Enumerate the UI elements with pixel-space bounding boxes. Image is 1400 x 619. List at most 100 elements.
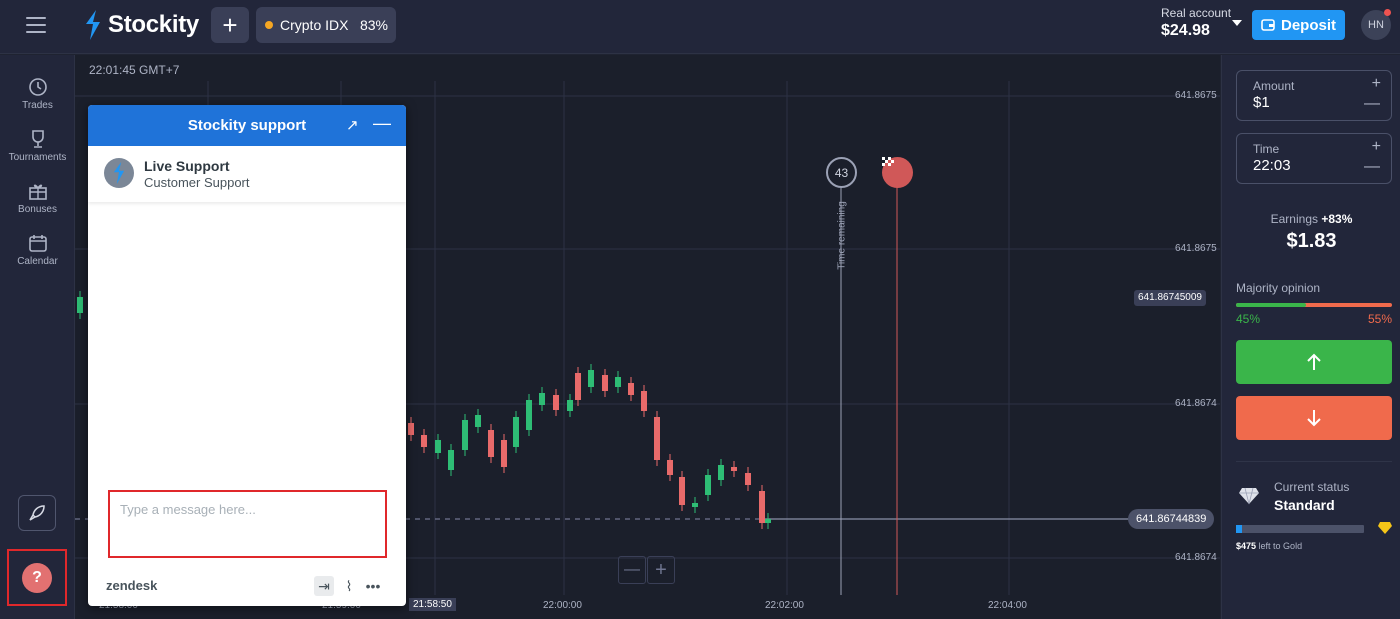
secondary-price-tag: 641.86745009: [1134, 290, 1206, 306]
menu-icon[interactable]: [26, 17, 46, 33]
earnings-label: Earnings: [1270, 212, 1318, 226]
trade-panel: Amount $1 + — Time 22:03 + — Earnings +8…: [1221, 55, 1400, 619]
candle-body: [488, 430, 494, 457]
account-type: Real account: [1161, 6, 1232, 20]
x-tick: 22:00:00: [543, 600, 582, 611]
x-tick: 22:02:00: [765, 600, 804, 611]
minimize-icon[interactable]: —: [373, 113, 391, 134]
candle-body: [462, 420, 468, 450]
y-tick: 641.8675: [1175, 90, 1217, 101]
current-price-tag: 641.86744839: [1128, 509, 1215, 529]
candle-body: [759, 491, 765, 523]
rocket-button[interactable]: [18, 495, 56, 531]
calendar-icon: [28, 235, 47, 252]
minus-icon[interactable]: —: [1364, 95, 1380, 113]
time-value: 22:03: [1253, 157, 1291, 174]
earnings-block: Earnings +83% $1.83: [1222, 212, 1400, 253]
majority-bar: [1236, 303, 1392, 307]
divider: [1236, 461, 1392, 462]
amount-label: Amount: [1253, 79, 1295, 93]
sidebar-item-calendar[interactable]: Calendar: [0, 233, 75, 267]
time-field[interactable]: Time 22:03 + —: [1236, 133, 1392, 184]
candle-body: [615, 377, 621, 387]
rocket-icon: [29, 505, 45, 521]
support-title: Stockity support: [187, 117, 307, 134]
zoom-in-button[interactable]: +: [647, 556, 675, 584]
trade-down-button[interactable]: [1236, 396, 1392, 440]
candle-body: [421, 435, 427, 447]
brand-name: Stockity: [108, 11, 199, 38]
deposit-button[interactable]: Deposit: [1252, 10, 1345, 40]
y-tick: 641.8675: [1175, 243, 1217, 254]
gold-remaining: $475 left to Gold: [1236, 541, 1303, 551]
asset-tab-crypto-idx[interactable]: Crypto IDX 83%: [256, 7, 396, 43]
agent-avatar: [104, 158, 134, 188]
majority-label: Majority opinion: [1236, 281, 1321, 295]
sidebar-item-bonuses[interactable]: Bonuses: [0, 181, 75, 215]
attachment-icon[interactable]: ⌇: [339, 576, 359, 596]
candle-body: [731, 467, 737, 471]
popout-icon[interactable]: ↗: [346, 116, 359, 134]
candle-body: [588, 370, 594, 387]
plus-icon[interactable]: +: [1372, 75, 1381, 93]
support-chat-widget: Stockity support ↗ — Live Support Custom…: [88, 105, 406, 606]
candle-body: [513, 417, 519, 447]
end-chat-icon[interactable]: ⇥: [314, 576, 334, 596]
x-tick-current: 21:58:50: [409, 598, 456, 611]
account-balance: $24.98: [1161, 22, 1210, 39]
candle-body: [679, 477, 685, 505]
trophy-icon: [31, 130, 44, 148]
candle-body: [641, 391, 647, 411]
candle-body: [765, 519, 771, 523]
candle-body: [628, 383, 634, 395]
candle-body: [718, 465, 724, 480]
chevron-down-icon[interactable]: [1232, 20, 1242, 26]
y-tick: 641.8674: [1175, 552, 1217, 563]
arrow-down-icon: [1307, 410, 1321, 427]
more-options-icon[interactable]: •••: [363, 576, 383, 596]
top-bar: Stockity + Crypto IDX 83% Real account $…: [0, 0, 1400, 54]
agent-card: Live Support Customer Support: [88, 146, 406, 202]
zoom-out-button[interactable]: —: [618, 556, 646, 584]
brand-logo[interactable]: Stockity: [84, 10, 199, 40]
plus-icon[interactable]: +: [1372, 138, 1381, 156]
sidebar-item-tournaments[interactable]: Tournaments: [0, 129, 75, 163]
left-sidebar: Trades Tournaments Bonuses Calendar ?: [0, 55, 75, 619]
account-selector[interactable]: Real account $24.98: [1161, 6, 1231, 40]
candle-body: [435, 440, 441, 453]
status-value: Standard: [1274, 497, 1335, 513]
arrow-up-icon: [1307, 353, 1321, 370]
crypto-icon: [265, 21, 273, 29]
add-asset-button[interactable]: +: [211, 7, 249, 43]
timer-circle: 43: [826, 157, 857, 188]
candle-body: [77, 297, 83, 313]
minus-icon[interactable]: —: [1364, 158, 1380, 176]
sidebar-item-label: Trades: [22, 100, 53, 111]
sidebar-item-label: Calendar: [17, 256, 58, 267]
time-remaining-label: Time remaining: [836, 201, 848, 270]
trade-up-button[interactable]: [1236, 340, 1392, 384]
y-tick: 641.8674: [1175, 398, 1217, 409]
message-input[interactable]: Type a message here...: [108, 490, 387, 558]
notification-dot: [1384, 9, 1391, 16]
asset-payout: 83%: [359, 17, 388, 33]
candle-body: [575, 373, 581, 400]
stockity-logo-icon: [86, 10, 100, 40]
candle-body: [567, 400, 573, 411]
candle-body: [692, 503, 698, 507]
majority-down: 55%: [1368, 312, 1393, 326]
earnings-value: $1.83: [1286, 230, 1337, 252]
candle-body: [501, 440, 507, 467]
clock-icon: [28, 78, 47, 96]
status-progress-bar: [1236, 525, 1364, 533]
candle-body: [745, 473, 751, 485]
earnings-percent: +83%: [1321, 212, 1353, 226]
diamond-icon: [1239, 487, 1259, 505]
help-icon[interactable]: ?: [22, 563, 52, 593]
agent-name: Live Support: [144, 158, 230, 174]
majority-up: 45%: [1236, 312, 1261, 326]
status-label: Current status: [1274, 480, 1350, 494]
amount-field[interactable]: Amount $1 + —: [1236, 70, 1392, 121]
x-tick: 22:04:00: [988, 600, 1027, 611]
sidebar-item-trades[interactable]: Trades: [0, 77, 75, 111]
